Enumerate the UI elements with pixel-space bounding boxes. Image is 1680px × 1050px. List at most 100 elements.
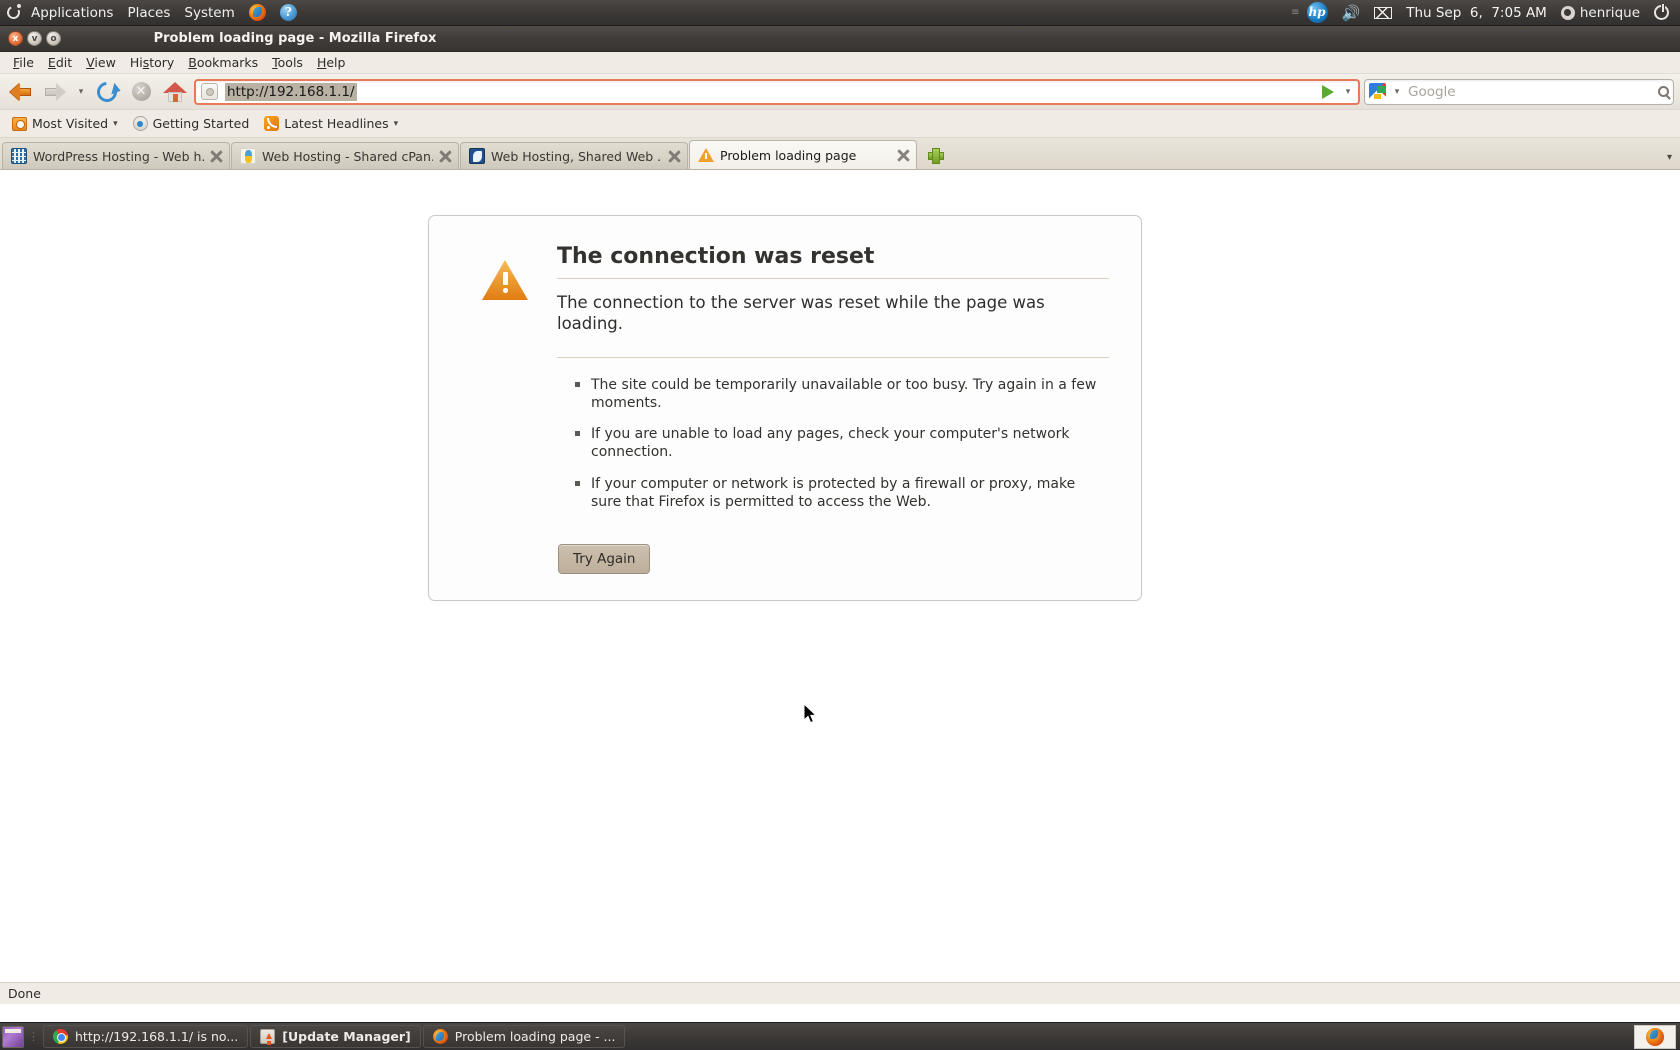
url-bar[interactable]: http://192.168.1.1/ ▾: [194, 78, 1360, 105]
site-identity-icon[interactable]: [201, 83, 218, 100]
gnome-top-panel: Applications Places System ? ≡ hp 🔊 Thu …: [0, 0, 1680, 26]
tray-grip-handle[interactable]: ≡: [1291, 7, 1299, 18]
forward-button[interactable]: [40, 77, 70, 107]
bookmark-latest-headlines[interactable]: Latest Headlines ▾: [258, 113, 404, 134]
panel-menu-system[interactable]: System: [177, 0, 241, 25]
mail-icon: [1374, 6, 1393, 19]
menu-file[interactable]: File: [6, 53, 41, 72]
bookmark-getting-started[interactable]: Getting Started: [127, 113, 256, 134]
tray-hp-applet[interactable]: hp: [1300, 0, 1335, 25]
search-input[interactable]: Google: [1408, 84, 1654, 100]
bookmark-label: Most Visited: [32, 116, 109, 131]
places-label: Places: [127, 4, 171, 21]
tab-list-dropdown-icon[interactable]: ▾: [1667, 152, 1672, 163]
navigation-toolbar: ▾ ✕ http://192.168.1.1/ ▾ ▾ Google: [0, 74, 1680, 110]
window-titlebar: x v o Problem loading page - Mozilla Fir…: [0, 26, 1680, 52]
new-tab-plus-icon[interactable]: [924, 143, 946, 167]
tab-label: Web Hosting, Shared Web ...: [491, 148, 662, 164]
window-title: Problem loading page - Mozilla Firefox: [0, 31, 1680, 46]
help-icon: ?: [279, 4, 297, 21]
most-visited-icon: [12, 116, 27, 131]
show-desktop-button[interactable]: [2, 1025, 24, 1048]
taskbar-tray-firefox[interactable]: [1634, 1024, 1676, 1049]
bookmarks-toolbar: Most Visited ▾ Getting Started Latest He…: [0, 110, 1680, 138]
bookmark-label: Latest Headlines: [284, 116, 389, 131]
taskbar-item-chrome[interactable]: http://192.168.1.1/ is no...: [43, 1025, 249, 1048]
warning-icon: [698, 148, 714, 162]
tab-close-icon[interactable]: [668, 150, 681, 163]
menu-file-label: ile: [19, 55, 34, 70]
url-dropdown-button[interactable]: ▾: [1341, 87, 1355, 97]
tab-wordpress-hosting[interactable]: WordPress Hosting - Web h...: [2, 142, 230, 169]
tab-web-hosting-shared[interactable]: Web Hosting, Shared Web ...: [460, 142, 688, 169]
menu-help[interactable]: Help: [310, 53, 353, 72]
gnome-bottom-panel: ⋮ http://192.168.1.1/ is no... [Update M…: [0, 1022, 1680, 1050]
menu-history-label: tory: [149, 55, 175, 70]
tab-close-icon[interactable]: [210, 150, 223, 163]
avatar: [1560, 5, 1575, 20]
update-manager-icon: [260, 1029, 276, 1044]
list-item: The site could be temporarily unavailabl…: [575, 376, 1109, 412]
tray-clock[interactable]: Thu Sep 6, 7:05 AM: [1399, 0, 1554, 25]
search-engine-dropdown[interactable]: ▾: [1390, 87, 1404, 97]
taskbar-item-label: [Update Manager]: [282, 1029, 411, 1044]
status-text: Done: [8, 986, 41, 1001]
taskbar-item-label: http://192.168.1.1/ is no...: [75, 1029, 239, 1044]
bookmark-most-visited[interactable]: Most Visited ▾: [6, 113, 124, 134]
tray-volume-applet[interactable]: 🔊: [1335, 0, 1368, 25]
google-icon[interactable]: [1369, 83, 1386, 100]
menu-bookmarks[interactable]: Bookmarks: [181, 53, 265, 72]
panel-launcher-help[interactable]: ?: [273, 0, 304, 25]
taskbar-grip-handle[interactable]: ⋮: [26, 1030, 41, 1043]
tab-close-icon[interactable]: [897, 149, 910, 162]
search-bar[interactable]: ▾ Google: [1364, 78, 1674, 105]
window-close-button[interactable]: x: [8, 31, 23, 46]
list-item: If your computer or network is protected…: [575, 475, 1109, 511]
tab-problem-loading-page[interactable]: Problem loading page: [689, 140, 917, 169]
menu-tools[interactable]: Tools: [265, 53, 310, 72]
forward-arrow-icon: [44, 82, 66, 101]
magnifier-icon[interactable]: [1658, 86, 1669, 97]
back-button[interactable]: [6, 77, 36, 107]
tray-user-menu[interactable]: henrique: [1554, 0, 1647, 25]
tab-web-hosting-cpanel[interactable]: Web Hosting - Shared cPan...: [231, 142, 459, 169]
stop-icon: ✕: [131, 82, 151, 101]
home-button[interactable]: [160, 77, 190, 107]
history-dropdown-button[interactable]: ▾: [74, 87, 88, 97]
reload-icon: [92, 77, 122, 106]
try-again-button[interactable]: Try Again: [558, 544, 651, 574]
status-bar: Done: [0, 982, 1680, 1004]
taskbar-item-firefox[interactable]: Problem loading page - ...: [422, 1025, 626, 1048]
url-input[interactable]: http://192.168.1.1/: [225, 82, 357, 101]
menu-bookmarks-label: ookmarks: [196, 55, 259, 70]
tab-close-icon[interactable]: [439, 150, 452, 163]
panel-launcher-firefox[interactable]: [242, 0, 273, 25]
chrome-icon: [53, 1029, 68, 1044]
reload-button[interactable]: [92, 77, 122, 107]
window-maximize-button[interactable]: o: [46, 31, 61, 46]
power-icon: [1654, 4, 1669, 20]
hostgator-icon: [240, 148, 256, 164]
hp-logo-icon: hp: [1306, 2, 1328, 23]
stop-button[interactable]: ✕: [126, 77, 156, 107]
bookmark-label: Getting Started: [152, 116, 250, 131]
taskbar-item-update-manager[interactable]: [Update Manager]: [250, 1025, 421, 1048]
menubar: File Edit View History Bookmarks Tools H…: [0, 52, 1680, 74]
menu-view[interactable]: View: [79, 53, 123, 72]
go-button[interactable]: [1322, 84, 1334, 99]
back-arrow-icon: [10, 82, 32, 101]
tray-messaging-applet[interactable]: [1367, 0, 1399, 25]
menu-history[interactable]: History: [123, 53, 181, 72]
panel-menu-places[interactable]: Places: [120, 0, 177, 25]
getting-started-icon: [132, 116, 148, 131]
bluehost-icon: [469, 148, 485, 164]
window-minimize-button[interactable]: v: [27, 31, 42, 46]
panel-menu-applications[interactable]: Applications: [24, 0, 120, 25]
menu-tools-label: ools: [277, 55, 303, 70]
firefox-icon: [432, 1029, 448, 1044]
menu-edit-label: dit: [55, 55, 73, 70]
menu-help-label: elp: [326, 55, 346, 70]
tray-power-menu[interactable]: [1647, 0, 1676, 25]
taskbar-item-label: Problem loading page - ...: [454, 1029, 616, 1044]
menu-edit[interactable]: Edit: [41, 53, 79, 72]
